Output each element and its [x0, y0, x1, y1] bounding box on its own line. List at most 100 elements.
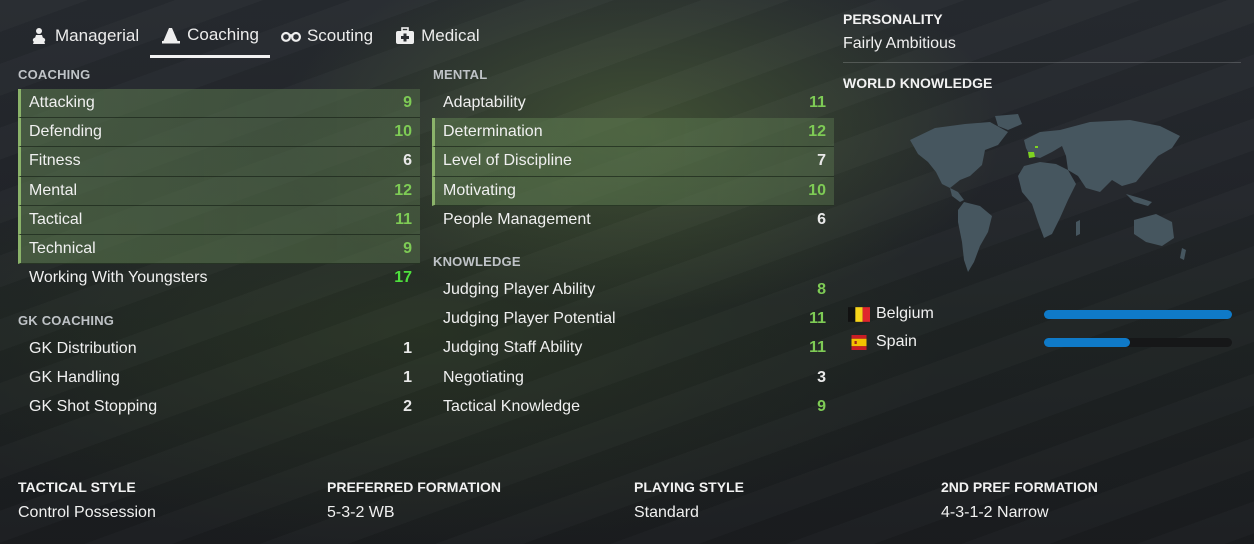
attribute-value: 12	[394, 181, 412, 199]
attribute-name: GK Distribution	[29, 340, 137, 358]
attribute-row[interactable]: Attacking 9	[18, 89, 420, 119]
attribute-value: 7	[817, 152, 826, 170]
binoculars-icon	[280, 26, 301, 46]
playing-style-value: Standard	[634, 504, 699, 521]
attribute-name: Judging Staff Ability	[443, 339, 583, 357]
attribute-value: 9	[403, 240, 412, 258]
tab-label: Scouting	[306, 26, 374, 45]
attribute-row[interactable]: Determination 12	[432, 118, 834, 148]
attribute-value: 9	[403, 94, 412, 112]
country-row-belgium[interactable]: Belgium	[848, 303, 1232, 325]
tab-managerial[interactable]: Managerial	[18, 14, 150, 58]
attribute-row[interactable]: Judging Player Ability 8	[432, 276, 834, 305]
medical-kit-icon	[395, 26, 415, 46]
personality-value: Fairly Ambitious	[843, 35, 956, 52]
attribute-row[interactable]: Working With Youngsters 17	[18, 264, 420, 293]
attribute-name: Judging Player Ability	[443, 281, 596, 299]
attribute-row[interactable]: People Management 6	[432, 206, 834, 235]
belgium-region	[1035, 146, 1038, 148]
attribute-row[interactable]: GK Handling 1	[18, 364, 420, 393]
attribute-value: 6	[403, 152, 412, 170]
coaching-attributes: Attacking 9 Defending 10 Fitness 6 Mental 12…	[18, 89, 420, 293]
staff-tabs: Managerial Coaching Scouting Medical	[18, 14, 491, 60]
attribute-row[interactable]: Fitness 6	[18, 147, 420, 177]
attribute-row[interactable]: Technical 9	[18, 234, 420, 265]
tab-scouting[interactable]: Scouting	[270, 14, 384, 58]
second-formation-value: 4-3-1-2 Narrow	[941, 504, 1049, 521]
belgium-flag-icon	[848, 306, 870, 322]
country-name: Spain	[876, 333, 917, 350]
knowledge-bar	[1044, 337, 1232, 347]
gk-coaching-section-title: GK COACHING	[18, 313, 115, 328]
attribute-row[interactable]: Tactical Knowledge 9	[432, 393, 834, 422]
tactical-style-value: Control Possession	[18, 504, 156, 521]
tab-label: Coaching	[187, 24, 259, 44]
tab-label: Medical	[421, 26, 480, 45]
attribute-value: 9	[817, 397, 826, 415]
second-formation-label: 2ND PREF FORMATION	[941, 479, 1098, 495]
attribute-value: 12	[808, 123, 826, 141]
attribute-value: 10	[394, 123, 412, 141]
attribute-row[interactable]: Adaptability 11	[432, 89, 834, 118]
attribute-value: 11	[809, 94, 826, 112]
attribute-value: 1	[403, 340, 412, 358]
preferred-formation-value: 5-3-2 WB	[327, 504, 395, 521]
tactical-style-label: TACTICAL STYLE	[18, 479, 136, 495]
attribute-name: People Management	[443, 210, 591, 228]
attribute-row[interactable]: Defending 10	[18, 118, 420, 148]
knowledge-bar-fill	[1044, 309, 1232, 319]
attribute-row[interactable]: Tactical 11	[18, 205, 420, 235]
attribute-row[interactable]: Judging Staff Ability 11	[432, 334, 834, 363]
tab-coaching[interactable]: Coaching	[150, 14, 270, 58]
attribute-value: 3	[817, 368, 826, 386]
attribute-name: GK Shot Stopping	[29, 398, 158, 416]
attribute-name: Working With Youngsters	[29, 269, 208, 287]
attribute-row[interactable]: GK Distribution 1	[18, 335, 420, 364]
attribute-value: 10	[808, 181, 826, 199]
tab-medical[interactable]: Medical	[384, 14, 491, 58]
attribute-name: Attacking	[29, 94, 95, 112]
coaching-section-title: COACHING	[18, 67, 91, 82]
attribute-value: 8	[817, 281, 826, 299]
attribute-name: Fitness	[29, 152, 81, 170]
attribute-row[interactable]: Negotiating 3	[432, 364, 834, 393]
mental-attributes: Adaptability 11 Determination 12 Level of …	[432, 89, 834, 235]
attribute-value: 2	[403, 398, 412, 416]
attribute-name: Determination	[443, 123, 543, 141]
playing-style-label: PLAYING STYLE	[634, 479, 744, 495]
spain-region	[1028, 152, 1035, 158]
gk-coaching-attributes: GK Distribution 1 GK Handling 1 GK Shot St…	[18, 335, 420, 423]
attribute-value: 17	[394, 269, 412, 287]
attribute-name: Negotiating	[443, 368, 524, 386]
attribute-value: 11	[809, 310, 826, 328]
attribute-name: Judging Player Potential	[443, 310, 616, 328]
attribute-name: Tactical Knowledge	[443, 397, 580, 415]
attribute-name: Adaptability	[443, 94, 526, 112]
attribute-row[interactable]: Motivating 10	[432, 176, 834, 206]
personality-label: PERSONALITY	[843, 11, 943, 27]
attribute-row[interactable]: Judging Player Potential 11	[432, 305, 834, 334]
manager-icon	[29, 26, 49, 46]
attribute-row[interactable]: Level of Discipline 7	[432, 147, 834, 177]
preferred-formation-label: PREFERRED FORMATION	[327, 479, 501, 495]
attribute-name: GK Handling	[29, 369, 120, 387]
attribute-value: 6	[817, 210, 826, 228]
divider	[843, 62, 1241, 63]
knowledge-bar	[1044, 309, 1232, 319]
whistle-icon	[161, 25, 181, 45]
attribute-name: Technical	[29, 240, 96, 258]
world-knowledge-map[interactable]	[890, 110, 1190, 285]
tab-label: Managerial	[55, 26, 140, 45]
knowledge-attributes: Judging Player Ability 8 Judging Player P…	[432, 276, 834, 422]
attribute-row[interactable]: Mental 12	[18, 176, 420, 206]
spain-flag-icon	[848, 334, 870, 350]
world-knowledge-label: WORLD KNOWLEDGE	[843, 75, 993, 91]
knowledge-section-title: KNOWLEDGE	[433, 254, 521, 269]
country-row-spain[interactable]: Spain	[848, 331, 1232, 353]
attribute-name: Defending	[29, 123, 102, 141]
attribute-name: Level of Discipline	[443, 152, 572, 170]
attribute-name: Tactical	[29, 210, 83, 228]
attribute-value: 11	[395, 210, 412, 228]
attribute-value: 1	[403, 369, 412, 387]
attribute-row[interactable]: GK Shot Stopping 2	[18, 393, 420, 422]
